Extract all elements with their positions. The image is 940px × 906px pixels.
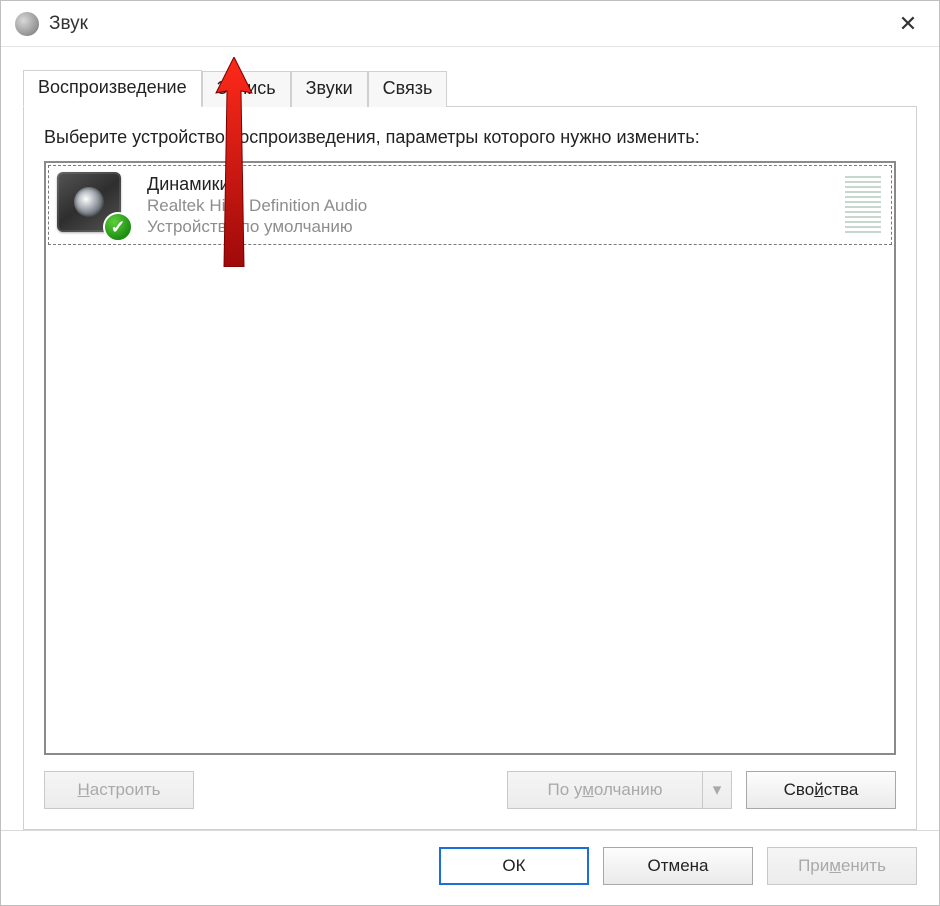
titlebar: Звук ✕ bbox=[1, 1, 939, 47]
device-texts: Динамики Realtek High Definition Audio У… bbox=[147, 174, 835, 238]
ok-button[interactable]: ОК bbox=[439, 847, 589, 885]
tab-playback[interactable]: Воспроизведение bbox=[23, 70, 202, 107]
set-default-button: По умолчанию bbox=[507, 771, 702, 809]
default-check-icon: ✓ bbox=[103, 212, 133, 242]
close-icon: ✕ bbox=[899, 11, 917, 37]
panel-button-row: Настроить По умолчанию ▾ Свойства bbox=[44, 771, 896, 809]
close-button[interactable]: ✕ bbox=[883, 1, 933, 47]
cancel-button[interactable]: Отмена bbox=[603, 847, 753, 885]
tab-communications[interactable]: Связь bbox=[368, 71, 448, 107]
chevron-down-icon: ▾ bbox=[713, 780, 722, 800]
device-icon-wrap: ✓ bbox=[55, 170, 133, 240]
device-status: Устройство по умолчанию bbox=[147, 216, 835, 237]
device-row-speakers[interactable]: ✓ Динамики Realtek High Definition Audio… bbox=[48, 165, 892, 245]
tab-sounds[interactable]: Звуки bbox=[291, 71, 368, 107]
device-list[interactable]: ✓ Динамики Realtek High Definition Audio… bbox=[44, 161, 896, 755]
tab-strip: Воспроизведение Запись Звуки Связь bbox=[23, 69, 917, 106]
set-default-dropdown: ▾ bbox=[702, 771, 732, 809]
properties-button[interactable]: Свойства bbox=[746, 771, 896, 809]
configure-button: Настроить bbox=[44, 771, 194, 809]
sound-dialog: Звук ✕ Воспроизведение Запись Звуки Связ… bbox=[0, 0, 940, 906]
content-area: Воспроизведение Запись Звуки Связь Выбер… bbox=[1, 47, 939, 830]
playback-panel: Выберите устройство воспроизведения, пар… bbox=[23, 106, 917, 830]
tab-recording[interactable]: Запись bbox=[202, 71, 291, 107]
dialog-footer: ОК Отмена Применить bbox=[1, 830, 939, 905]
window-title: Звук bbox=[49, 13, 88, 35]
device-name: Динамики bbox=[147, 174, 835, 195]
level-meter-icon bbox=[845, 176, 881, 234]
sound-app-icon bbox=[15, 12, 39, 36]
instruction-text: Выберите устройство воспроизведения, пар… bbox=[44, 125, 896, 149]
apply-button: Применить bbox=[767, 847, 917, 885]
set-default-split-button: По умолчанию ▾ bbox=[507, 771, 732, 809]
device-driver: Realtek High Definition Audio bbox=[147, 195, 835, 216]
